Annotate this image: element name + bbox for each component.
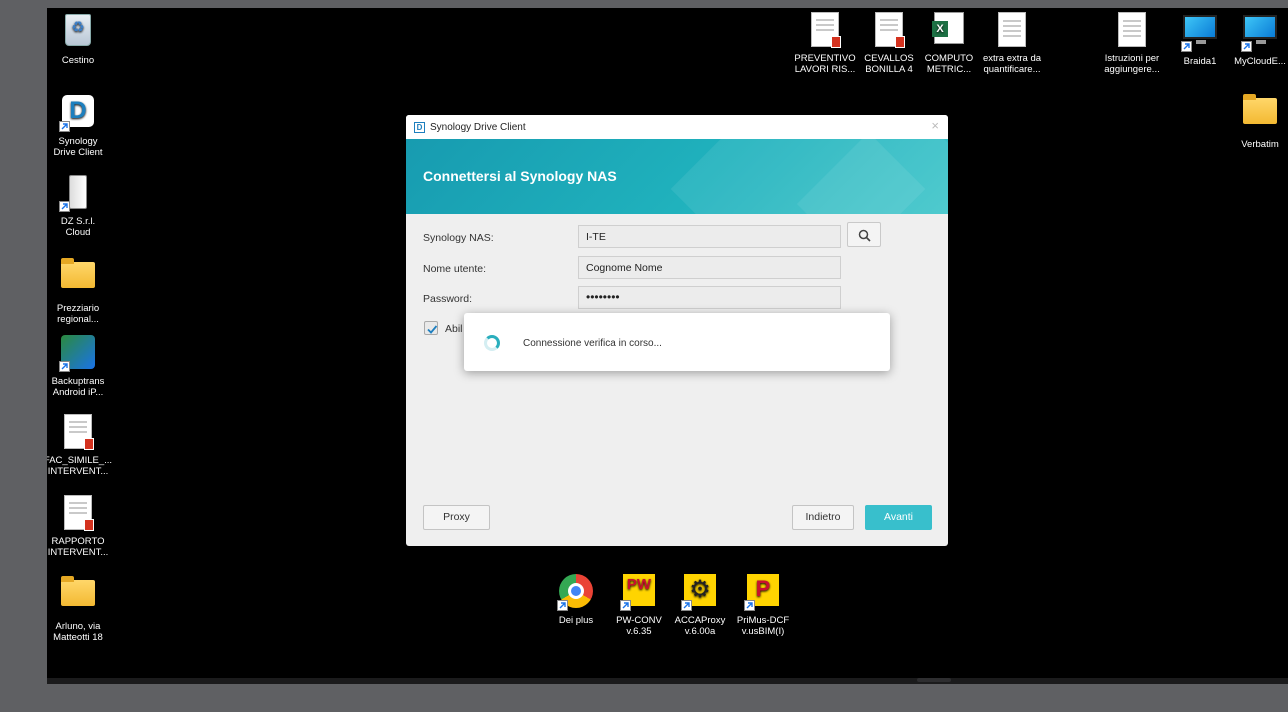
password-input[interactable]: •••••••• <box>578 286 841 309</box>
desktop-icon-prezziario[interactable]: Prezziario regional... <box>47 256 115 325</box>
synology-app-icon: D <box>414 121 425 133</box>
monitor-icon <box>1243 15 1277 44</box>
dialog-banner: Connettersi al Synology NAS <box>406 139 948 214</box>
icon-label: PREVENTIVO LAVORI RIS... <box>794 53 856 75</box>
icon-label: Arluno, via Matteotti 18 <box>53 621 103 643</box>
back-button[interactable]: Indietro <box>792 505 854 530</box>
shortcut-arrow-icon <box>1241 41 1252 52</box>
close-icon[interactable]: × <box>931 119 939 133</box>
external-drive-icon <box>69 175 87 209</box>
dialog-titlebar[interactable]: D Synology Drive Client × <box>406 115 948 139</box>
icon-label: Synology Drive Client <box>53 136 103 158</box>
icon-label: MyCloudE... <box>1234 56 1286 67</box>
pdf-document-icon <box>64 414 94 450</box>
desktop-icon-arluno[interactable]: Arluno, via Matteotti 18 <box>47 574 115 643</box>
shortcut-arrow-icon <box>59 121 70 132</box>
icon-label: RAPPORTO INTERVENT... <box>47 536 109 558</box>
search-nas-button[interactable] <box>847 222 881 247</box>
enable-checkbox[interactable] <box>424 321 438 335</box>
monitor-icon <box>1183 15 1217 44</box>
icon-label: DZ S.r.l. Cloud <box>60 216 96 238</box>
excel-icon <box>932 12 964 44</box>
icon-label: Verbatim <box>1241 139 1279 150</box>
desktop-icon-dz-cloud[interactable]: DZ S.r.l. Cloud <box>47 175 115 238</box>
shortcut-arrow-icon <box>557 600 568 611</box>
desktop-icon-synology-drive[interactable]: Synology Drive Client <box>47 95 115 158</box>
icon-label: Backuptrans Android iP... <box>51 376 105 398</box>
username-input[interactable]: Cognome Nome <box>578 256 841 279</box>
shortcut-arrow-icon <box>59 201 70 212</box>
dialog-heading: Connettersi al Synology NAS <box>423 168 617 184</box>
desktop-icon-cestino[interactable]: Cestino <box>47 14 115 66</box>
icon-label: Cestino <box>61 55 95 66</box>
desktop-icon-backuptrans[interactable]: Backuptrans Android iP... <box>47 335 115 398</box>
icon-label: Prezziario regional... <box>56 303 100 325</box>
shortcut-arrow-icon <box>681 600 692 611</box>
folder-icon <box>61 576 95 606</box>
desktop-icon-extra[interactable]: extra extra da quantificare... <box>975 12 1049 75</box>
checkmark-icon <box>427 325 438 334</box>
desktop-icon-preventivo[interactable]: PREVENTIVO LAVORI RIS... <box>788 12 862 75</box>
pdf-document-icon <box>64 495 94 531</box>
icon-label: PriMus-DCF v.usBIM(I) <box>736 615 790 637</box>
password-label: Password: <box>423 293 473 305</box>
desktop-icon-rapporto[interactable]: RAPPORTO INTERVENT... <box>47 495 115 558</box>
desktop-icon-primus[interactable]: P PriMus-DCF v.usBIM(I) <box>726 574 800 637</box>
search-icon <box>858 229 871 242</box>
loading-spinner-icon <box>484 335 500 351</box>
taskbar-nub <box>917 678 951 682</box>
pdf-document-icon <box>811 12 841 48</box>
enable-checkbox-label: Abil <box>445 323 463 335</box>
pdf-document-icon <box>875 12 905 48</box>
shortcut-arrow-icon <box>59 361 70 372</box>
shortcut-arrow-icon <box>744 600 755 611</box>
folder-icon <box>1243 94 1277 124</box>
shortcut-arrow-icon <box>620 600 631 611</box>
shortcut-arrow-icon <box>1181 41 1192 52</box>
desktop-icon-mycloud[interactable]: MyCloudE... <box>1223 12 1288 67</box>
progress-popup: Connessione verifica in corso... <box>464 313 890 371</box>
recycle-bin-icon <box>65 14 91 46</box>
document-icon <box>998 12 1026 47</box>
window-title: Synology Drive Client <box>430 121 526 133</box>
icon-label: FAC_SIMILE_... INTERVENT... <box>47 455 113 477</box>
desktop-icon-verbatim[interactable]: Verbatim <box>1223 92 1288 150</box>
document-icon <box>1118 12 1146 47</box>
folder-icon <box>61 258 95 288</box>
progress-message: Connessione verifica in corso... <box>523 338 662 349</box>
nas-label: Synology NAS: <box>423 232 494 244</box>
username-label: Nome utente: <box>423 263 487 275</box>
desktop-icon-fac-simile[interactable]: FAC_SIMILE_... INTERVENT... <box>47 414 115 477</box>
proxy-button[interactable]: Proxy <box>423 505 490 530</box>
nas-input[interactable]: I-TE <box>578 225 841 248</box>
taskbar-edge <box>47 678 1288 684</box>
desktop-icon-istruzioni[interactable]: Istruzioni per aggiungere... <box>1095 12 1169 75</box>
icon-label: Istruzioni per aggiungere... <box>1104 53 1160 75</box>
next-button[interactable]: Avanti <box>865 505 932 530</box>
icon-label: extra extra da quantificare... <box>982 53 1042 75</box>
